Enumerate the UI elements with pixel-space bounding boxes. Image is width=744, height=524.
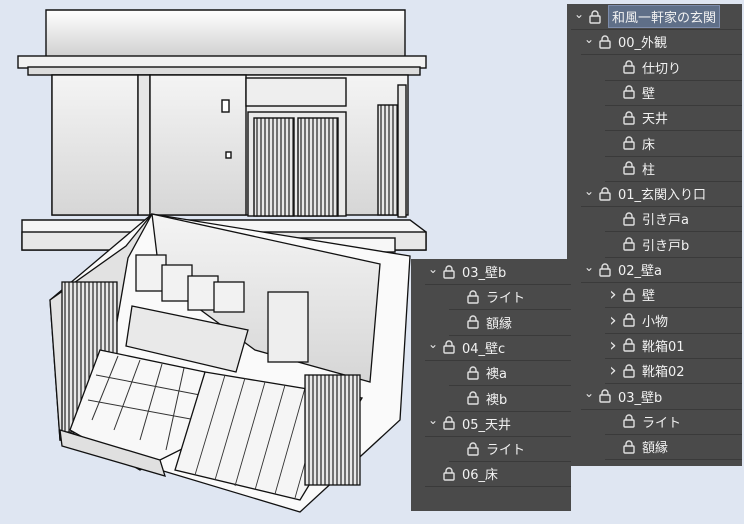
layer-row[interactable]: ライト xyxy=(605,409,742,435)
lock-icon[interactable] xyxy=(465,289,481,305)
lock-icon[interactable] xyxy=(465,441,481,457)
layer-row[interactable]: ライト xyxy=(449,284,571,311)
chevron-down-icon[interactable]: ⌄ xyxy=(581,260,597,274)
layer-name: ライト xyxy=(642,415,682,431)
lock-icon[interactable] xyxy=(597,262,613,278)
layer-name: 03_壁b xyxy=(618,390,663,406)
lock-icon[interactable] xyxy=(621,337,637,353)
layer-row[interactable]: ⌄ 和風一軒家の玄関 xyxy=(571,4,742,30)
lock-icon[interactable] xyxy=(441,264,457,280)
layer-name: 天井 xyxy=(642,112,669,128)
layer-row[interactable]: 引き戸a xyxy=(605,206,742,233)
layer-name: 靴箱01 xyxy=(642,339,685,355)
layer-row[interactable]: ⌄ 03_壁b xyxy=(425,259,571,285)
layer-name: 壁 xyxy=(642,86,656,102)
lock-icon[interactable] xyxy=(621,236,637,252)
exterior-elevation xyxy=(17,9,427,253)
layer-name: 02_壁a xyxy=(618,264,663,279)
lock-icon[interactable] xyxy=(621,59,637,75)
layer-row[interactable]: 床 xyxy=(605,131,742,157)
chevron-down-icon[interactable]: ⌄ xyxy=(425,262,441,276)
layer-name: 00_外観 xyxy=(618,36,668,52)
layer-name: 06_床 xyxy=(462,468,499,484)
layer-name: 額縁 xyxy=(486,316,513,332)
lock-icon[interactable] xyxy=(597,388,613,404)
lock-icon[interactable] xyxy=(441,415,457,431)
chevron-right-icon[interactable]: › xyxy=(605,284,621,305)
layer-row[interactable]: 壁 xyxy=(605,80,742,106)
chevron-down-icon[interactable]: ⌄ xyxy=(571,7,587,21)
lock-icon[interactable] xyxy=(597,186,613,202)
layer-row[interactable]: 引き戸b xyxy=(605,232,742,258)
layer-name: 和風一軒家の玄関 xyxy=(608,5,721,28)
layer-name: 床 xyxy=(642,137,656,153)
layer-name: 小物 xyxy=(642,314,669,330)
chevron-down-icon[interactable]: ⌄ xyxy=(425,337,441,351)
lock-icon[interactable] xyxy=(441,339,457,355)
layer-row[interactable]: 襖a xyxy=(449,360,571,387)
chevron-down-icon[interactable]: ⌄ xyxy=(581,386,597,400)
layer-name: 04_壁c xyxy=(462,341,506,357)
lock-icon[interactable] xyxy=(621,439,637,455)
layer-name: ライト xyxy=(486,443,526,459)
layer-name: 引き戸a xyxy=(642,213,689,229)
interior-isometric xyxy=(49,213,411,513)
lock-icon[interactable] xyxy=(621,287,637,303)
layer-row[interactable]: ⌄ 05_天井 xyxy=(425,411,571,437)
lock-icon[interactable] xyxy=(621,413,637,429)
layer-row[interactable]: 柱 xyxy=(605,156,742,182)
lock-icon[interactable] xyxy=(621,84,637,100)
layer-panel-secondary: ⌄ 03_壁b ライト 額縁 ⌄ 04_壁c 襖a 襖b ⌄ 05_天井 ライト 06_床 xyxy=(411,259,571,511)
layer-row[interactable]: 額縁 xyxy=(449,310,571,336)
lock-icon[interactable] xyxy=(621,110,637,126)
layer-row[interactable]: › 靴箱01 xyxy=(605,333,742,359)
layer-name: 襖b xyxy=(486,392,508,408)
layer-row[interactable]: 天井 xyxy=(605,105,742,132)
layer-row[interactable]: 06_床 xyxy=(425,461,571,488)
chevron-right-icon[interactable]: › xyxy=(605,335,621,356)
layer-panel-main: ⌄ 和風一軒家の玄関 ⌄ 00_外観 仕切り壁天井床柱 ⌄ 01_玄関入り口 引き戸a 引き戸b… xyxy=(567,4,742,466)
layer-name: 靴箱02 xyxy=(642,365,685,381)
layer-row[interactable]: ⌄ 02_壁a xyxy=(581,257,742,283)
chevron-down-icon[interactable]: ⌄ xyxy=(581,32,597,46)
layer-row[interactable]: 襖b xyxy=(449,386,571,412)
layer-name: 01_玄関入り口 xyxy=(618,188,707,204)
lock-icon[interactable] xyxy=(597,34,613,50)
layer-row[interactable]: ⌄ 03_壁b xyxy=(581,384,742,410)
lock-icon[interactable] xyxy=(621,211,637,227)
chevron-right-icon[interactable]: › xyxy=(605,360,621,381)
layer-name: 襖a xyxy=(486,367,507,383)
chevron-right-icon[interactable]: › xyxy=(605,310,621,331)
chevron-down-icon[interactable]: ⌄ xyxy=(581,184,597,198)
layer-row[interactable]: › 小物 xyxy=(605,308,742,334)
layer-name: 03_壁b xyxy=(462,266,507,281)
layer-row[interactable]: › 靴箱02 xyxy=(605,358,742,385)
layer-row[interactable]: ライト xyxy=(449,436,571,463)
layer-row[interactable]: ⌄ 01_玄関入り口 xyxy=(581,181,742,208)
lock-icon[interactable] xyxy=(621,312,637,328)
layer-row[interactable]: 仕切り xyxy=(605,55,742,81)
layer-row[interactable]: ⌄ 04_壁c xyxy=(425,335,571,361)
lock-icon[interactable] xyxy=(465,365,481,381)
lock-icon[interactable] xyxy=(621,135,637,151)
layer-name: 柱 xyxy=(642,162,656,178)
lock-icon[interactable] xyxy=(465,314,481,330)
layer-name: 壁 xyxy=(642,289,656,305)
layer-name: 引き戸b xyxy=(642,238,690,254)
layer-name: 仕切り xyxy=(642,61,682,77)
layer-row[interactable]: 額縁 xyxy=(605,434,742,461)
lock-icon[interactable] xyxy=(621,160,637,176)
layer-name: 05_天井 xyxy=(462,417,512,433)
layer-name: 額縁 xyxy=(642,441,669,457)
layer-row[interactable]: ⌄ 00_外観 xyxy=(581,29,742,56)
layer-name: ライト xyxy=(486,291,526,307)
lock-icon[interactable] xyxy=(587,9,603,25)
layer-row[interactable]: › 壁 xyxy=(605,282,742,309)
lock-icon[interactable] xyxy=(465,390,481,406)
chevron-down-icon[interactable]: ⌄ xyxy=(425,413,441,427)
lock-icon[interactable] xyxy=(441,466,457,482)
lock-icon[interactable] xyxy=(621,363,637,379)
